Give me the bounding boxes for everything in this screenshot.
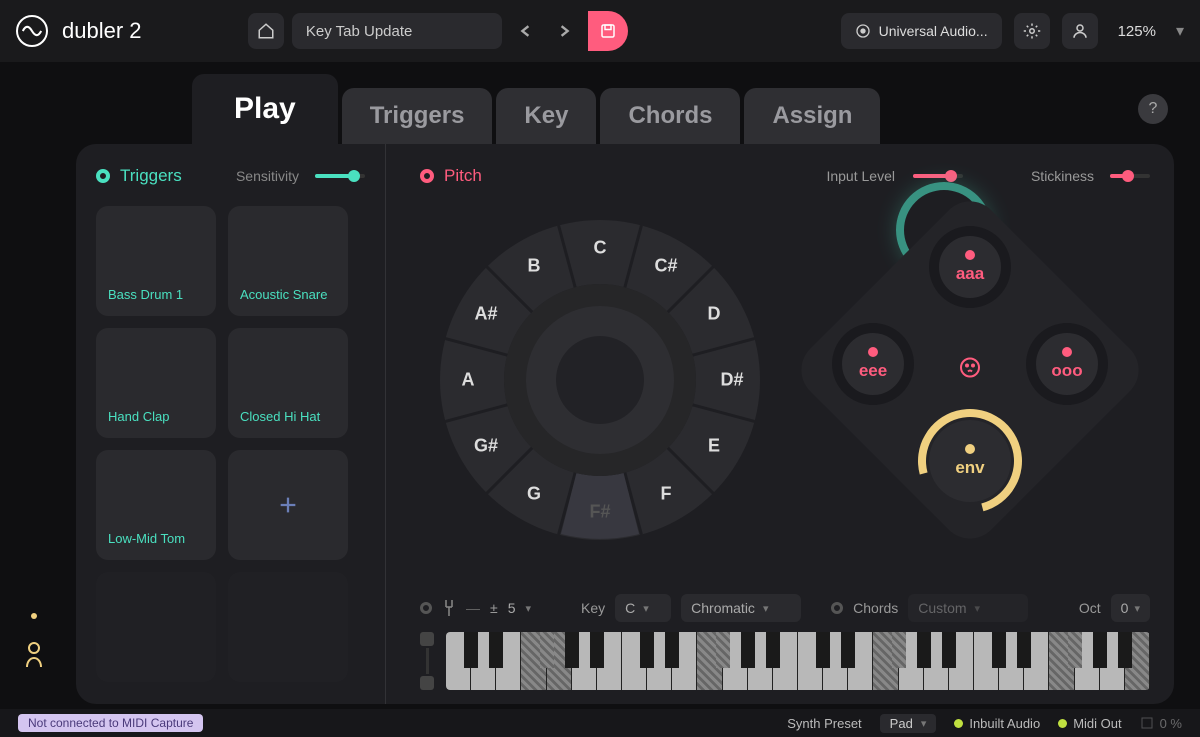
chords-label: Chords <box>853 600 898 616</box>
trigger-pad-4[interactable]: Closed Hi Hat <box>228 328 348 438</box>
note-cs: C# <box>654 256 677 277</box>
zoom-chevron-icon[interactable]: ▾ <box>1176 21 1184 41</box>
side-indicator-dot <box>31 613 37 619</box>
note-as: A# <box>474 304 497 325</box>
trigger-pad-1[interactable]: Bass Drum 1 <box>96 206 216 316</box>
trigger-pad-3[interactable]: Hand Clap <box>96 328 216 438</box>
transpose-value[interactable]: 5 <box>508 600 516 616</box>
key-label: Key <box>581 600 605 616</box>
trigger-pad-empty-2[interactable] <box>228 572 348 682</box>
note-f: F <box>661 484 672 505</box>
triggers-toggle[interactable] <box>96 169 110 183</box>
oct-value-box[interactable]: 0▾ <box>1111 594 1150 622</box>
oct-label: Oct <box>1079 600 1101 616</box>
undo-button[interactable] <box>510 15 542 47</box>
audio-device-select[interactable]: Universal Audio... <box>841 13 1002 49</box>
piano-keyboard[interactable] <box>446 632 1150 690</box>
tab-play[interactable]: Play <box>192 74 338 144</box>
profile-button[interactable] <box>1062 13 1098 49</box>
pitch-toggle[interactable] <box>420 169 434 183</box>
settings-button[interactable] <box>1014 13 1050 49</box>
app-logo <box>16 15 48 47</box>
vowel-eee[interactable]: eee <box>832 323 914 405</box>
sensitivity-slider[interactable] <box>315 174 365 178</box>
note-b: B <box>528 256 541 277</box>
synth-preset-label: Synth Preset <box>787 716 861 731</box>
home-button[interactable] <box>248 13 284 49</box>
note-gs: G# <box>474 436 498 457</box>
pitch-wheel[interactable]: C C# D D# E F F# G G# A A# B <box>420 200 780 560</box>
vowel-controls: aaa eee ooo env <box>820 220 1120 520</box>
transpose-chevron[interactable]: ▾ <box>525 602 531 615</box>
tab-key[interactable]: Key <box>496 88 596 144</box>
fork-icon <box>442 598 456 618</box>
status-bar: Not connected to MIDI Capture Synth Pres… <box>0 709 1200 737</box>
note-a: A <box>462 370 475 391</box>
tab-chords[interactable]: Chords <box>600 88 740 144</box>
chords-toggle[interactable] <box>831 602 843 614</box>
note-d: D <box>708 304 721 325</box>
trigger-pad-empty-1[interactable] <box>96 572 216 682</box>
voice-profile-icon[interactable] <box>21 639 47 674</box>
octave-slider[interactable] <box>420 632 434 690</box>
transpose-toggle[interactable] <box>420 602 432 614</box>
key-select[interactable]: C▾ <box>615 594 671 622</box>
triggers-label: Triggers <box>120 166 182 186</box>
trigger-pad-2[interactable]: Acoustic Snare <box>228 206 348 316</box>
app-title: dubler 2 <box>62 18 142 44</box>
midi-out-status[interactable]: Midi Out <box>1058 716 1121 731</box>
note-ds: D# <box>720 370 743 391</box>
vowel-aaa[interactable]: aaa <box>929 226 1011 308</box>
zoom-level[interactable]: 125% <box>1110 23 1164 40</box>
tabs: Play Triggers Key Chords Assign ? <box>192 62 1188 144</box>
stickiness-slider[interactable] <box>1110 174 1150 178</box>
tab-assign[interactable]: Assign <box>744 88 880 144</box>
audio-device-label: Universal Audio... <box>879 23 988 39</box>
note-fs: F# <box>589 502 610 523</box>
pitch-section: Pitch Input Level Stickiness <box>386 144 1174 704</box>
main-panel: Triggers Sensitivity Bass Drum 1 Acousti… <box>76 144 1174 704</box>
top-bar: dubler 2 Key Tab Update Universal Audio.… <box>0 0 1200 62</box>
cpu-meter: 0 % <box>1140 716 1182 731</box>
vowel-ooo[interactable]: ooo <box>1026 323 1108 405</box>
synth-preset-select[interactable]: Pad▾ <box>880 714 937 733</box>
sensitivity-label: Sensitivity <box>236 168 299 184</box>
save-button[interactable] <box>588 11 628 51</box>
key-controls-row: — ± 5 ▾ Key C▾ Chromatic▾ Chords Custom▾… <box>420 594 1150 622</box>
note-c: C <box>594 238 607 259</box>
triggers-section: Triggers Sensitivity Bass Drum 1 Acousti… <box>76 144 386 704</box>
stickiness-label: Stickiness <box>1031 168 1094 184</box>
keyboard-section <box>420 632 1150 690</box>
inbuilt-audio-status[interactable]: Inbuilt Audio <box>954 716 1040 731</box>
transpose-sign: ± <box>490 600 498 616</box>
note-g: G <box>527 484 541 505</box>
redo-button[interactable] <box>548 15 580 47</box>
document-title-input[interactable]: Key Tab Update <box>292 13 502 49</box>
chords-preset-select[interactable]: Custom▾ <box>908 594 1028 622</box>
input-level-slider[interactable] <box>913 174 963 178</box>
scale-select[interactable]: Chromatic▾ <box>681 594 801 622</box>
vowel-env[interactable]: env <box>929 420 1011 502</box>
side-strip <box>14 132 54 674</box>
note-e: E <box>708 436 720 457</box>
face-icon[interactable] <box>958 356 982 385</box>
pitch-label: Pitch <box>444 166 482 186</box>
add-trigger-button[interactable] <box>228 450 348 560</box>
input-level-label: Input Level <box>826 168 895 184</box>
tab-triggers[interactable]: Triggers <box>342 88 493 144</box>
help-button[interactable]: ? <box>1138 94 1168 124</box>
trigger-pad-5[interactable]: Low-Mid Tom <box>96 450 216 560</box>
midi-capture-status[interactable]: Not connected to MIDI Capture <box>18 714 203 732</box>
